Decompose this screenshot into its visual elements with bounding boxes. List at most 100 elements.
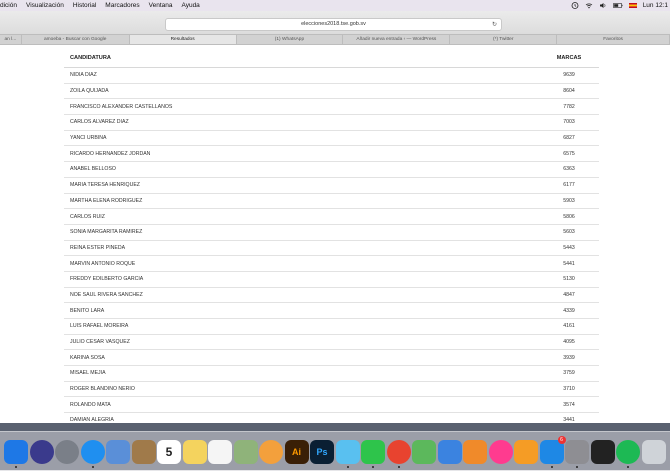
menu-history[interactable]: Historial <box>73 2 96 9</box>
preview-icon[interactable] <box>233 440 258 464</box>
calendar-icon[interactable]: 5 <box>157 440 181 464</box>
photos-icon[interactable] <box>259 440 283 464</box>
menubar-clock[interactable]: Lun 12:1 <box>643 2 668 9</box>
reminders-icon[interactable] <box>208 440 232 464</box>
running-indicator <box>627 466 629 468</box>
running-indicator <box>91 466 94 468</box>
candidate-name: NOE SAUL RIVERA SANCHEZ <box>70 291 143 298</box>
candidate-name: MARIA TERESA HENRIQUEZ <box>70 182 140 189</box>
table-row: FRANCISCO ALEXANDER CASTELLANOS 7782 <box>64 99 599 116</box>
candidate-name: YANCI URBINA <box>70 135 107 142</box>
tab-wordpress[interactable]: Añadir nueva entrada ‹ — WordPress <box>343 35 451 44</box>
menu-edit[interactable]: dición <box>0 2 17 9</box>
candidate-name: CARLOS ALVAREZ DIAZ <box>70 119 129 126</box>
table-row: FREDDY EDILBERTO GARCIA 5130 <box>64 272 599 288</box>
contacts-icon[interactable] <box>131 440 156 464</box>
candidate-marks: 5441 <box>563 260 575 267</box>
siri-icon[interactable] <box>29 440 54 464</box>
table-row: JULIO CESAR VASQUEZ 4095 <box>64 335 599 351</box>
finder-icon[interactable] <box>4 440 28 464</box>
page-content[interactable]: CANDIDATURA MARCAS NIDIA DIAZ 9639 ZOILA Q… <box>0 45 670 423</box>
candidate-marks: 4847 <box>563 291 575 298</box>
battery-icon[interactable] <box>612 2 623 9</box>
reload-icon[interactable]: ↻ <box>492 20 497 31</box>
candidate-marks: 5443 <box>563 244 575 251</box>
messages-icon[interactable] <box>335 440 360 464</box>
tab-twitter[interactable]: (*) Twitter <box>450 35 558 44</box>
table-header: CANDIDATURA MARCAS <box>64 48 599 68</box>
notes-icon[interactable] <box>182 440 207 464</box>
menu-bar: dición Visualización Historial Marcadore… <box>0 0 670 11</box>
menu-window[interactable]: Ventana <box>149 2 173 9</box>
candidate-name: KARINA SOSA <box>70 354 105 361</box>
table-row: MARTHA ELENA RODRIGUEZ 5903 <box>64 194 599 210</box>
maps-icon[interactable] <box>412 440 436 464</box>
candidate-name: SONIA MARGARITA RAMIREZ <box>70 229 143 236</box>
running-indicator <box>576 466 578 468</box>
candidate-marks: 5806 <box>563 213 575 220</box>
table-row: CARLOS ALVAREZ DIAZ 7003 <box>64 115 599 131</box>
tab-favoritos[interactable]: Favoritos <box>557 35 670 44</box>
wifi-icon[interactable] <box>585 2 593 9</box>
candidate-name: ZOILA QUIJADA <box>70 88 109 95</box>
running-indicator <box>397 466 400 468</box>
itunes-icon[interactable] <box>488 440 513 464</box>
running-indicator <box>372 466 374 468</box>
table-row: ZOILA QUIJADA 8604 <box>64 84 599 100</box>
address-bar[interactable]: elecciones2018.tse.gob.sv ↻ <box>165 18 502 31</box>
terminal-icon[interactable] <box>590 440 615 464</box>
music-icon[interactable] <box>386 440 411 464</box>
books-icon[interactable] <box>463 440 487 464</box>
flag-es-icon[interactable] <box>628 2 637 9</box>
system-preferences-icon[interactable] <box>565 440 589 464</box>
candidate-name: JULIO CESAR VASQUEZ <box>70 339 130 346</box>
table-row: RICARDO HERNANDEZ JORDAN 6575 <box>64 146 599 163</box>
safari-icon[interactable] <box>80 440 105 464</box>
candidate-marks: 3574 <box>563 401 575 408</box>
tab-resultados[interactable]: Resultados <box>129 35 237 44</box>
table-row: ROLANDO MATA 3574 <box>64 397 599 414</box>
illustrator-icon[interactable]: Ai <box>284 440 309 464</box>
spotify-icon[interactable] <box>616 440 640 464</box>
menu-view[interactable]: Visualización <box>26 2 64 9</box>
volume-icon[interactable] <box>599 2 607 9</box>
table-row: KARINA SOSA 3939 <box>64 350 599 367</box>
tab-whatsapp[interactable]: (1) WhatsApp <box>237 35 344 44</box>
tab-1[interactable]: amoeba - Buscar con Google <box>22 35 130 44</box>
browser-toolbar: elecciones2018.tse.gob.sv ↻ <box>0 11 670 34</box>
table-row: MISAEL MEJIA 3759 <box>64 366 599 382</box>
address-bar-url: elecciones2018.tse.gob.sv <box>301 21 366 27</box>
table-row: ROGER BLANDINO NERIO 3710 <box>64 382 599 398</box>
running-indicator <box>15 466 17 468</box>
header-candidatura: CANDIDATURA <box>70 54 111 61</box>
candidate-marks: 5903 <box>563 197 575 204</box>
mail-icon[interactable] <box>106 440 130 464</box>
tab-bar: an l... amoeba - Buscar con Google Resul… <box>0 34 670 45</box>
candidate-name: FREDDY EDILBERTO GARCIA <box>70 276 144 283</box>
table-row: NIDIA DIAZ 9639 <box>64 68 599 84</box>
facetime-icon[interactable] <box>361 440 385 464</box>
photoshop-icon[interactable]: Ps <box>310 440 334 464</box>
candidate-marks: 5603 <box>563 229 575 236</box>
trash-icon[interactable] <box>641 440 666 464</box>
candidate-marks: 3939 <box>563 354 575 361</box>
candidate-name: CARLOS RUIZ <box>70 213 105 220</box>
table-row: BENITO LARA 4339 <box>64 303 599 319</box>
time-machine-icon[interactable] <box>571 2 579 9</box>
ibooks-icon[interactable] <box>514 440 538 464</box>
table-row: ANABEL BELLOSO 6363 <box>64 162 599 178</box>
table-row: MARIA TERESA HENRIQUEZ 6177 <box>64 178 599 194</box>
menubar-status: Lun 12:1 <box>571 0 668 11</box>
menu-help[interactable]: Ayuda <box>181 2 199 9</box>
calendar-day: 5 <box>165 445 173 459</box>
keynote-icon[interactable] <box>437 440 462 464</box>
table-row: SONIA MARGARITA RAMIREZ 5603 <box>64 225 599 241</box>
candidate-name: RICARDO HERNANDEZ JORDAN <box>70 150 151 157</box>
menu-bookmarks[interactable]: Marcadores <box>105 2 139 9</box>
candidate-name: MARVIN ANTONIO ROQUE <box>70 260 136 267</box>
candidate-marks: 4095 <box>563 339 575 346</box>
candidate-name: MARTHA ELENA RODRIGUEZ <box>70 197 143 204</box>
launchpad-icon[interactable] <box>55 440 79 464</box>
candidate-name: MISAEL MEJIA <box>70 370 106 377</box>
tab-0[interactable]: an l... <box>0 35 22 44</box>
